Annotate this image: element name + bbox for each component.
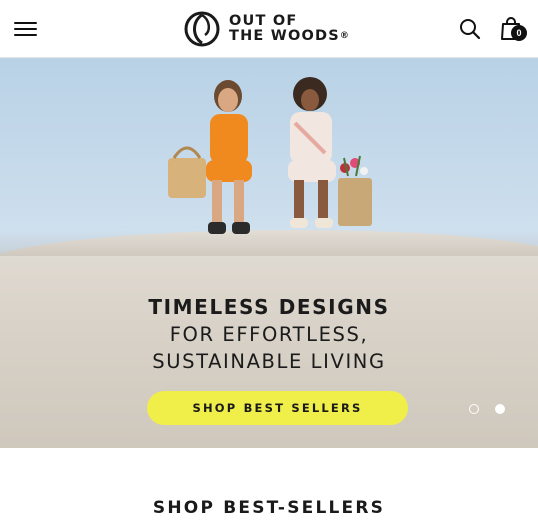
hero-headline-line-3: SUSTAINABLE LIVING (152, 350, 386, 373)
carousel-dot-1[interactable] (469, 404, 479, 414)
registered-mark: ® (339, 31, 349, 41)
shop-best-sellers-button[interactable]: SHOP BEST SELLERS (147, 391, 408, 425)
logo-wordmark: OUT OF THE WOODS® (229, 14, 349, 44)
brand-logo[interactable]: OUT OF THE WOODS® (184, 11, 359, 47)
hero-banner[interactable]: TIMELESS DESIGNS FOR EFFORTLESS, SUSTAIN… (0, 58, 538, 448)
logo-line-1: OUT OF (229, 13, 298, 29)
site-header: OUT OF THE WOODS® 0 (0, 0, 538, 58)
carousel-pagination (469, 404, 505, 416)
carousel-dot-2[interactable] (495, 404, 505, 414)
cart-count-badge: 0 (511, 25, 527, 41)
hero-headline: TIMELESS DESIGNS FOR EFFORTLESS, SUSTAIN… (0, 294, 538, 375)
cart-button[interactable]: 0 (500, 16, 528, 42)
hero-models-image (168, 77, 372, 234)
hero-headline-line-2: FOR EFFORTLESS, (169, 323, 369, 346)
logo-mark-icon (184, 11, 220, 47)
section-title: SHOP BEST-SELLERS (152, 498, 386, 518)
logo-line-2: THE WOODS (229, 28, 340, 44)
search-icon[interactable] (459, 18, 481, 40)
hero-headline-line-1: TIMELESS DESIGNS (148, 295, 390, 319)
hamburger-menu-icon[interactable] (14, 20, 38, 38)
